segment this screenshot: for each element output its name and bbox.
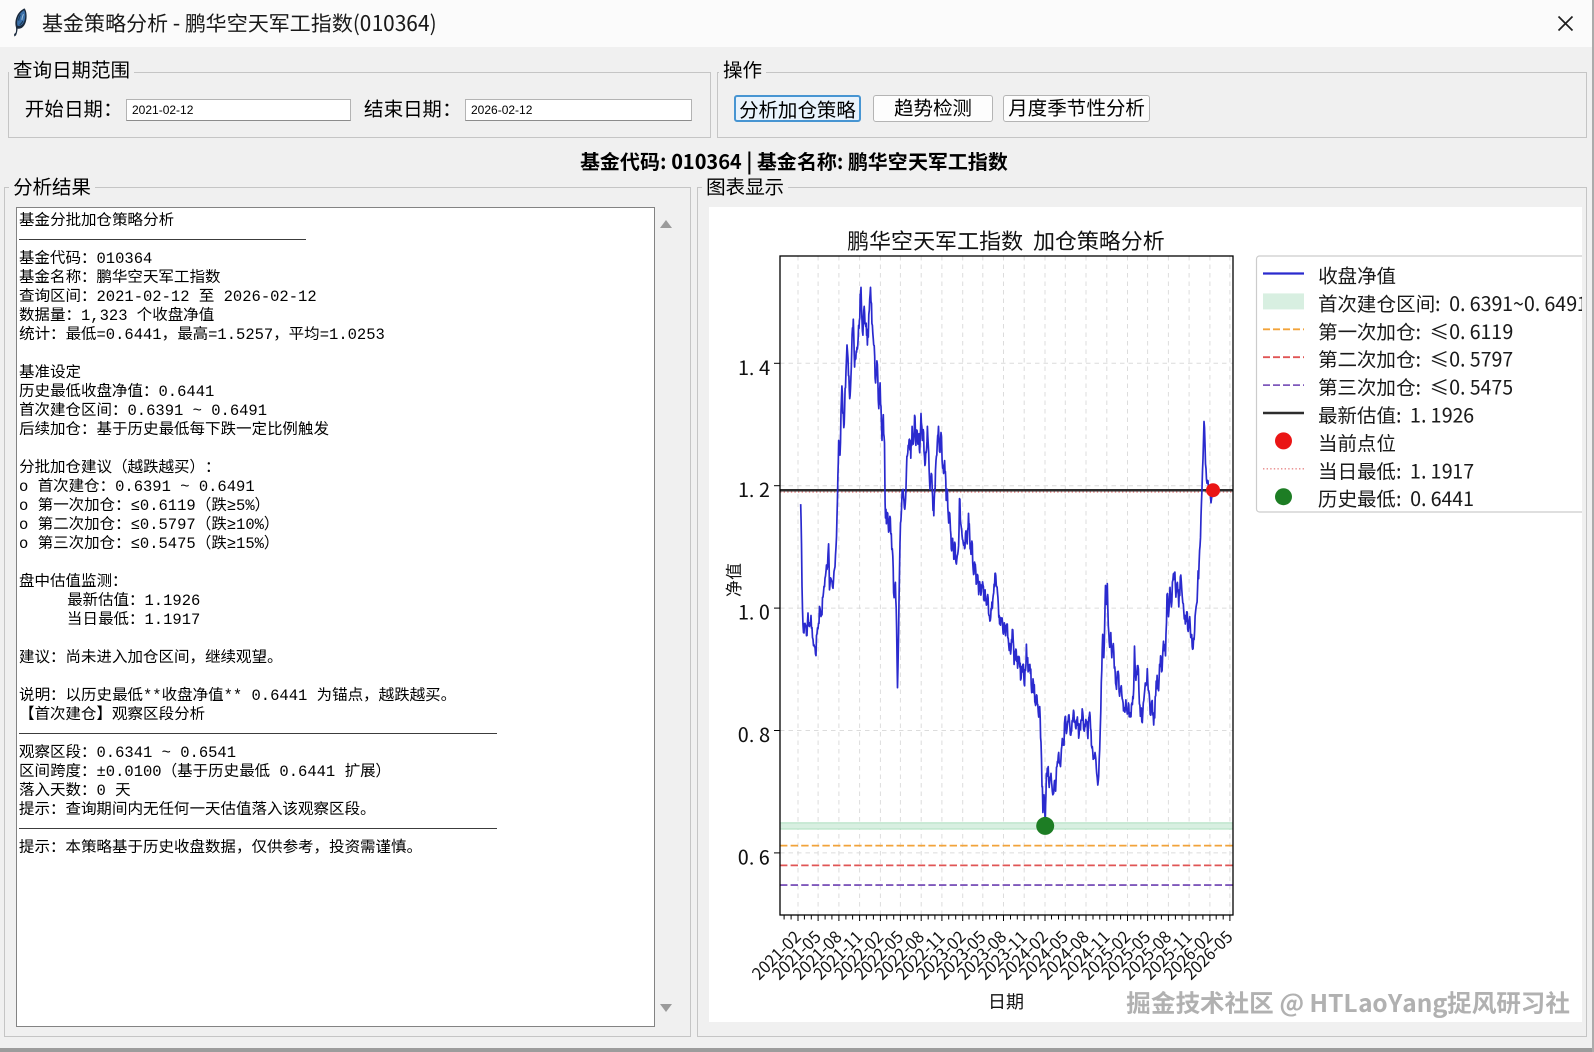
svg-text:第一次加仓: ≤0. 6119: 第一次加仓: ≤0. 6119: [1318, 316, 1513, 345]
svg-text:掘金技术社区 @ HTLaoYang捉风研习社: 掘金技术社区 @ HTLaoYang捉风研习社: [1126, 984, 1570, 1020]
svg-text:日期: 日期: [988, 988, 1024, 1014]
svg-text:第二次加仓: ≤0. 5797: 第二次加仓: ≤0. 5797: [1318, 344, 1513, 373]
svg-text:历史最低: 0. 6441: 历史最低: 0. 6441: [1318, 483, 1474, 512]
svg-text:当前点位: 当前点位: [1318, 427, 1396, 456]
svg-text:当日最低: 1. 1917: 当日最低: 1. 1917: [1318, 455, 1474, 484]
svg-text:0. 6: 0. 6: [738, 841, 770, 870]
svg-text:第三次加仓: ≤0. 5475: 第三次加仓: ≤0. 5475: [1318, 372, 1513, 401]
svg-text:最新估值: 1. 1926: 最新估值: 1. 1926: [1318, 400, 1474, 429]
svg-text:收盘净值: 收盘净值: [1318, 260, 1396, 289]
svg-text:1. 0: 1. 0: [738, 597, 770, 626]
svg-text:1. 2: 1. 2: [738, 474, 770, 503]
svg-text:鹏华空天军工指数 加仓策略分析: 鹏华空天军工指数 加仓策略分析: [847, 224, 1165, 256]
svg-text:0. 8: 0. 8: [738, 719, 770, 748]
svg-text:1. 4: 1. 4: [738, 352, 770, 381]
svg-text:净值: 净值: [720, 563, 745, 597]
svg-text:首次建仓区间: 0. 6391~0. 6491: 首次建仓区间: 0. 6391~0. 6491: [1318, 288, 1582, 317]
